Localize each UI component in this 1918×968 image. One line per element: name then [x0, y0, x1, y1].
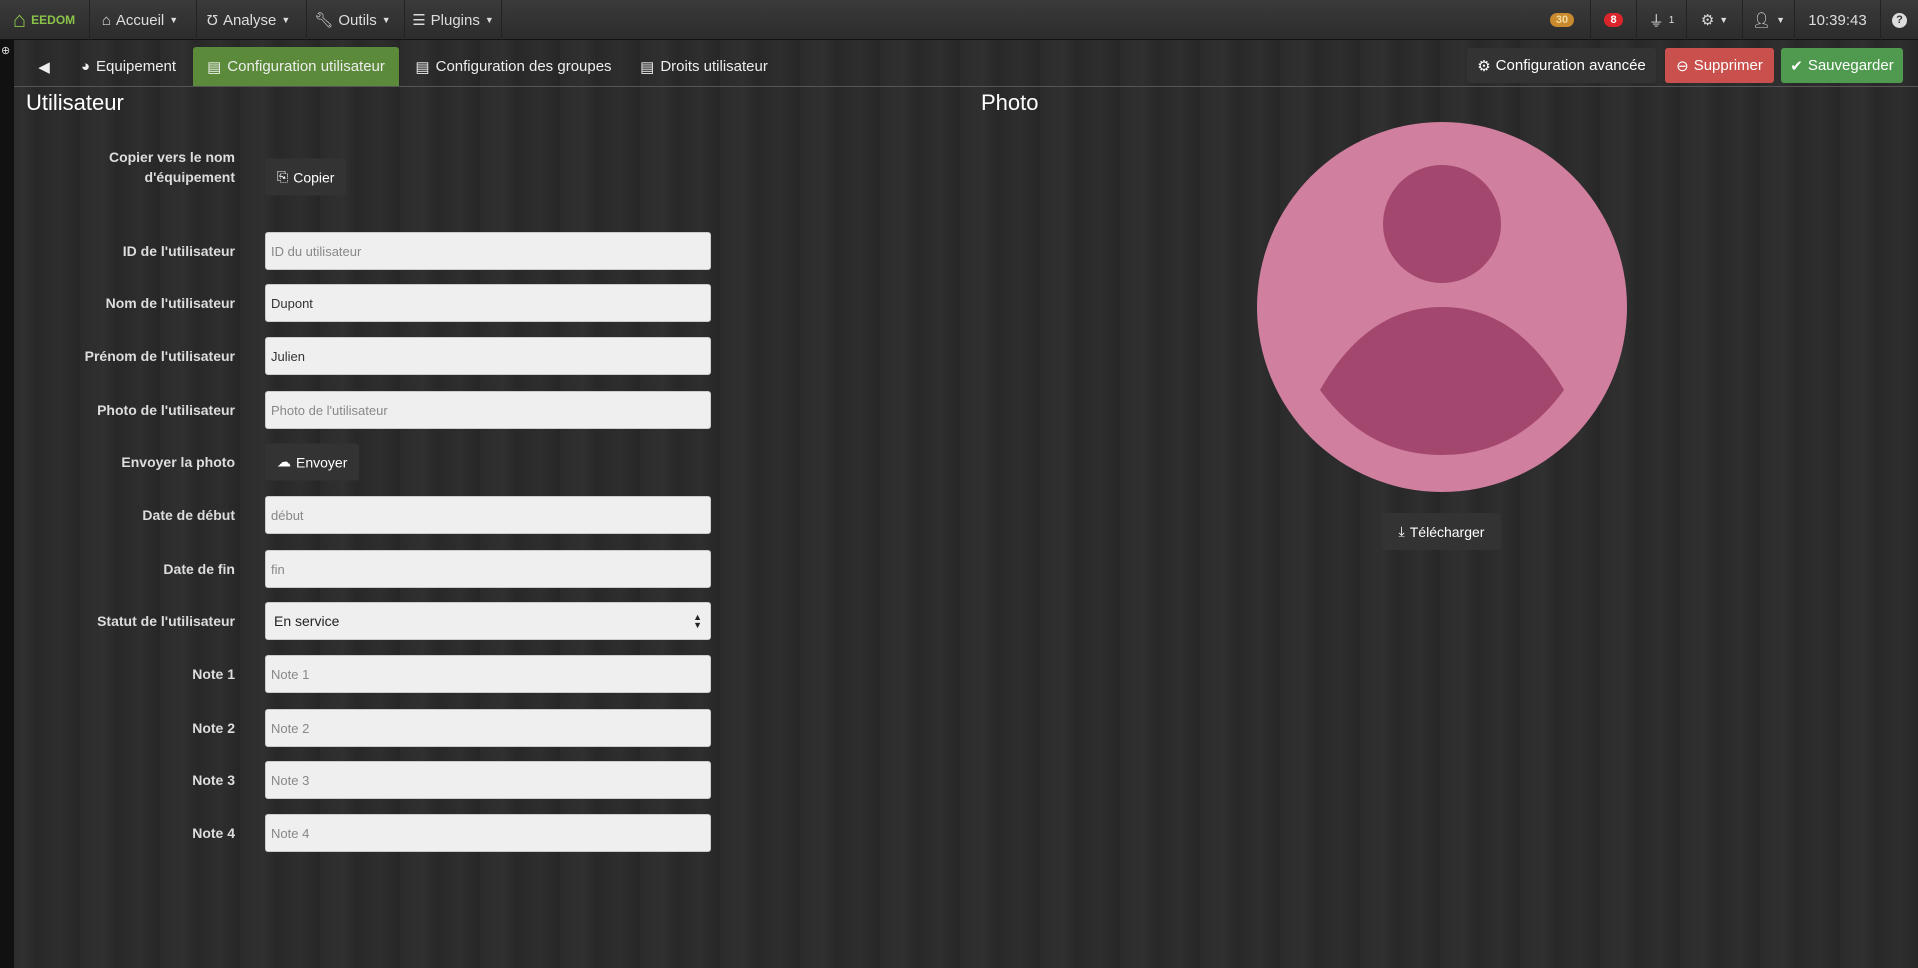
upload-label: Envoyer la photo	[121, 454, 235, 470]
note3-label: Note 3	[192, 772, 235, 788]
firstname-label: Prénom de l'utilisateur	[84, 348, 235, 364]
end-date-input[interactable]	[265, 550, 711, 588]
download-button[interactable]: ⤓ Télécharger	[1382, 513, 1501, 550]
nav-outils[interactable]: 🔧︎ Outils ▼	[306, 0, 398, 40]
user-icon: 👤︎	[1752, 12, 1772, 29]
caret-down-icon: ▼	[169, 15, 179, 25]
name-input[interactable]	[265, 284, 711, 322]
caret-down-icon: ▼	[1776, 15, 1785, 25]
avatar-placeholder	[1257, 122, 1627, 492]
note2-label: Note 2	[192, 720, 235, 736]
note4-label: Note 4	[192, 825, 235, 841]
note1-input[interactable]	[265, 655, 711, 693]
note3-input[interactable]	[265, 761, 711, 799]
gears-icon: ⚙	[1700, 12, 1715, 29]
caret-down-icon: ▼	[381, 15, 391, 25]
home-icon: ⌂	[101, 11, 111, 29]
arrow-circle-left-icon: ◀	[38, 58, 50, 76]
check-circle-icon: ✔	[1790, 57, 1803, 75]
status-select[interactable]: En service ▲ ▼	[265, 602, 711, 640]
end-date-label: Date de fin	[163, 561, 235, 577]
start-date-input[interactable]	[265, 496, 711, 534]
download-icon: ⤓	[1398, 523, 1405, 539]
note1-label: Note 1	[192, 666, 235, 682]
top-navbar: ⌂ EEDOM ⌂ Accueil ▼ Ʊ Analyse ▼ 🔧︎ Outils ▼ ☰ Pl…	[0, 0, 1918, 40]
section-title-utilisateur: Utilisateur	[26, 90, 124, 115]
stethoscope-icon: Ʊ	[206, 11, 218, 29]
user-menu[interactable]: 👤︎ ▼	[1742, 0, 1794, 40]
plug-updates[interactable]: ⏚ 1	[1636, 0, 1686, 40]
nav-plugins[interactable]: ☰ Plugins ▼	[404, 0, 502, 40]
gears-icon: ⚙	[1477, 57, 1491, 75]
house-icon: ⌂	[12, 7, 27, 32]
note4-input[interactable]	[265, 814, 711, 852]
section-title-photo: Photo	[981, 90, 1039, 115]
delete-button[interactable]: ⊖ Supprimer	[1665, 48, 1774, 83]
id-label: ID de l'utilisateur	[122, 243, 235, 259]
settings-menu[interactable]: ⚙ ▼	[1686, 0, 1742, 40]
nav-analyse[interactable]: Ʊ Analyse ▼	[196, 0, 300, 40]
cloud-upload-icon: ☁	[277, 453, 291, 470]
photo-label: Photo de l'utilisateur	[97, 402, 235, 418]
alerts-badge[interactable]: 8	[1590, 0, 1636, 40]
firstname-input[interactable]	[265, 337, 711, 375]
upload-button[interactable]: ☁ Envoyer	[265, 443, 360, 481]
save-button[interactable]: ✔ Sauvegarder	[1781, 48, 1903, 83]
tab-equipement[interactable]: ◕ Equipement	[78, 47, 179, 86]
plug-icon: ⏚	[1648, 12, 1664, 30]
id-input[interactable]	[265, 232, 711, 270]
copy-button[interactable]: ⎘ Copier	[265, 158, 347, 196]
minus-circle-icon: ⊖	[1676, 57, 1689, 75]
messages-badge[interactable]: 30	[1540, 0, 1584, 40]
side-panel-toggle-strip[interactable]: ⊕	[0, 40, 14, 968]
caret-down-icon: ▼	[484, 15, 494, 25]
back-button[interactable]: ◀	[34, 47, 54, 86]
caret-down-icon: ▼	[1719, 15, 1729, 25]
avatar-head	[1383, 165, 1501, 283]
tab-configuration-groupes[interactable]: ▤ Configuration des groupes	[415, 47, 612, 86]
select-arrows-icon: ▲ ▼	[693, 612, 702, 630]
note2-input[interactable]	[265, 709, 711, 747]
clock: 10:39:43	[1794, 0, 1880, 40]
list-alt-icon: ▤	[415, 58, 430, 76]
list-icon: ☰	[412, 12, 426, 29]
tab-configuration-utilisateur[interactable]: ▤ Configuration utilisateur	[193, 47, 399, 86]
photo-input[interactable]	[265, 391, 711, 429]
jeedom-logo[interactable]: ⌂ EEDOM	[0, 0, 88, 40]
list-alt-icon: ▤	[640, 58, 655, 76]
arrow-circle-right-icon: ⊕	[1, 45, 11, 57]
question-icon: ?	[1892, 12, 1907, 28]
dashboard-icon: ◕	[80, 58, 90, 75]
wrench-icon: 🔧︎	[314, 12, 334, 29]
copy-label: Copier vers le nom d'équipement	[108, 149, 235, 185]
nav-accueil[interactable]: ⌂ Accueil ▼	[89, 0, 190, 40]
status-label: Statut de l'utilisateur	[97, 613, 235, 629]
copy-icon: ⎘	[277, 168, 289, 185]
tab-droits-utilisateur[interactable]: ▤ Droits utilisateur	[640, 47, 768, 86]
name-label: Nom de l'utilisateur	[105, 295, 235, 311]
advanced-config-button[interactable]: ⚙ Configuration avancée	[1467, 48, 1656, 83]
help-button[interactable]: ?	[1880, 0, 1918, 40]
caret-down-icon: ▼	[281, 15, 291, 25]
start-date-label: Date de début	[142, 507, 235, 523]
list-alt-icon: ▤	[207, 58, 222, 76]
